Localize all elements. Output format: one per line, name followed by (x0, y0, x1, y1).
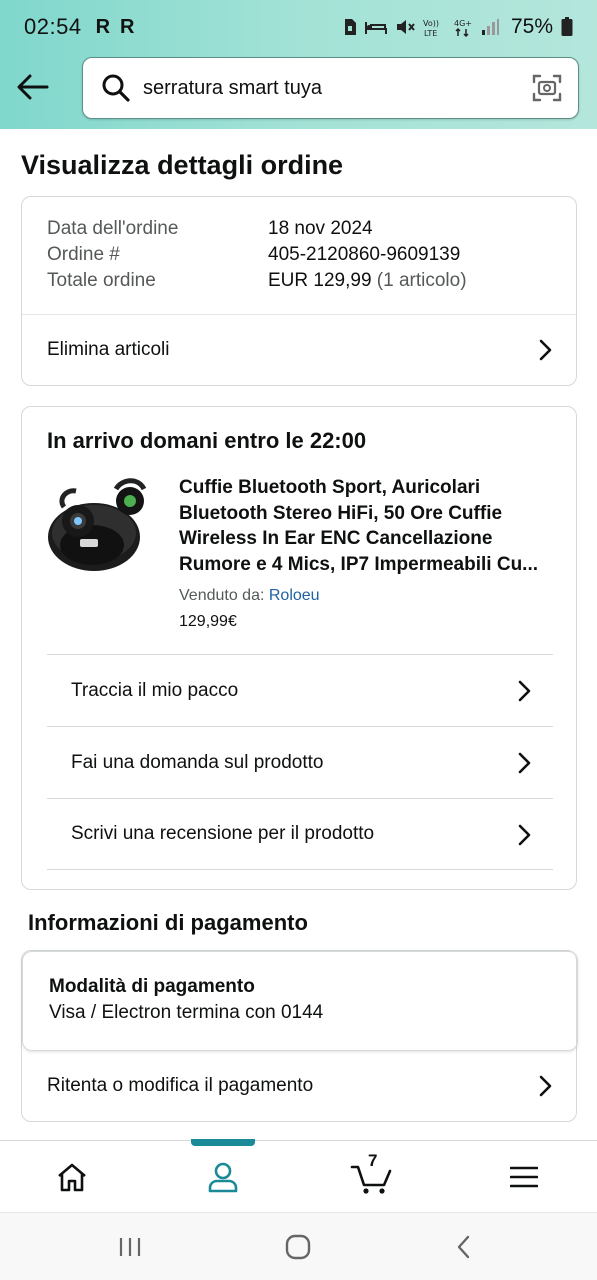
volte-icon: Vo))LTE (423, 19, 439, 37)
svg-text:4G+: 4G+ (454, 19, 472, 28)
nav-home[interactable] (32, 1141, 112, 1213)
home-button[interactable] (280, 1231, 316, 1263)
delete-items-label: Elimina articoli (47, 339, 170, 360)
svg-text:LTE: LTE (424, 29, 437, 37)
payment-section-title: Informazioni di pagamento (28, 910, 308, 935)
order-total-items: (1 articolo) (376, 270, 467, 291)
arrow-left-icon (17, 74, 49, 100)
status-r-badge-2: R (120, 15, 135, 38)
write-review-row[interactable]: Scrivi una recensione per il prodotto (47, 798, 553, 870)
chevron-right-icon (518, 824, 531, 846)
seller-info: Venduto da: Roloeu (179, 587, 320, 605)
order-date-value: 18 nov 2024 (268, 218, 373, 239)
arrival-title: In arrivo domani entro le 22:00 (47, 428, 367, 453)
chevron-right-icon (518, 752, 531, 774)
back-chevron-icon (457, 1235, 470, 1259)
mute-icon (396, 20, 415, 34)
seller-label: Venduto da: (179, 587, 265, 604)
home-icon (58, 1163, 86, 1192)
order-total-value: EUR 129,99 (1 articolo) (268, 270, 467, 292)
app-header: 02:54 R R Vo)) LTE 4G+ 75% serratura smar… (0, 0, 597, 129)
search-input[interactable]: serratura smart tuya (143, 77, 322, 100)
chevron-right-icon (539, 339, 552, 361)
chevron-right-icon (539, 1075, 552, 1097)
order-summary-card: Data dell'ordine 18 nov 2024 Ordine # 40… (21, 196, 577, 386)
status-time: 02:54 (24, 14, 82, 39)
nav-menu[interactable] (484, 1141, 564, 1213)
recent-apps-button[interactable] (112, 1231, 148, 1263)
chevron-right-icon (518, 680, 531, 702)
search-bar[interactable]: serratura smart tuya (82, 57, 579, 119)
system-navigation-bar (0, 1212, 597, 1280)
sleep-icon (364, 22, 387, 34)
system-back-button[interactable] (446, 1231, 482, 1263)
track-package-label: Traccia il mio pacco (71, 679, 239, 701)
cart-count-badge: 7 (368, 1151, 378, 1170)
battery-percent: 75% (510, 15, 553, 38)
delete-items-row[interactable]: Elimina articoli (22, 315, 576, 385)
status-bar: 02:54 R R Vo)) LTE 4G+ 75% (0, 0, 597, 54)
page-title: Visualizza dettagli ordine (21, 150, 344, 180)
track-package-row[interactable]: Traccia il mio pacco (47, 654, 553, 726)
payment-method-box: Modalità di pagamento Visa / Electron te… (22, 951, 578, 1051)
profile-icon (208, 1162, 238, 1193)
order-number-label: Ordine # (47, 244, 120, 265)
camera-search-icon[interactable] (532, 73, 562, 103)
write-review-label: Scrivi una recensione per il prodotto (71, 823, 375, 844)
ask-question-label: Fai una domanda sul prodotto (71, 751, 324, 773)
status-r-badge-1: R (95, 15, 111, 38)
seller-link[interactable]: Roloeu (269, 587, 320, 604)
recent-apps-icon (119, 1238, 141, 1256)
bottom-navigation: 7 (0, 1139, 597, 1213)
nav-cart[interactable]: 7 (332, 1141, 412, 1213)
shipment-card: In arrivo domani entro le 22:00 Cuffie B… (21, 406, 577, 890)
svg-text:Vo)): Vo)) (423, 19, 439, 28)
product-image[interactable] (44, 473, 156, 585)
payment-card: Modalità di pagamento Visa / Electron te… (21, 950, 578, 1122)
order-total-amount: EUR 129,99 (268, 270, 372, 291)
order-date-label: Data dell'ordine (47, 218, 179, 239)
battery-icon (561, 17, 573, 36)
order-number-value: 405-2120860-9609139 (268, 244, 461, 265)
network-4g-icon: 4G+ (454, 19, 472, 37)
retry-payment-row[interactable]: Ritenta o modifica il pagamento (22, 1051, 576, 1121)
signal-icon (481, 19, 499, 35)
product-name[interactable]: Cuffie Bluetooth Sport, Auricolari Bluet… (179, 475, 554, 577)
home-circle-icon (285, 1234, 311, 1260)
payment-mode-label: Modalità di pagamento (49, 976, 255, 997)
status-icons: Vo)) LTE 4G+ 75% (343, 15, 573, 39)
payment-card-info: Visa / Electron termina con 0144 (49, 1002, 324, 1023)
product-price: 129,99€ (179, 613, 237, 630)
retry-payment-label: Ritenta o modifica il pagamento (47, 1075, 314, 1096)
menu-icon (510, 1166, 538, 1188)
order-total-label: Totale ordine (47, 270, 156, 291)
nav-profile[interactable] (183, 1141, 263, 1213)
ask-question-row[interactable]: Fai una domanda sul prodotto (47, 726, 553, 798)
search-icon (102, 74, 130, 102)
back-button[interactable] (12, 66, 54, 108)
sim-icon (344, 19, 356, 35)
